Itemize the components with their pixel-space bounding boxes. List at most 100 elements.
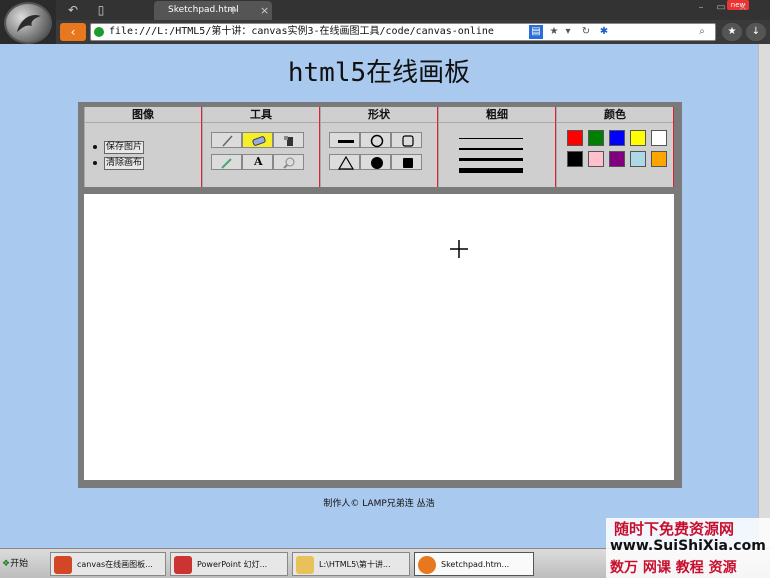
task-label: Sketchpad.htm... <box>441 560 510 569</box>
bookmark-star-icon[interactable]: ★ <box>547 25 561 39</box>
square-icon <box>402 135 414 147</box>
text-tool-button[interactable]: A <box>242 154 273 170</box>
color-section: 颜色 <box>556 107 674 187</box>
triangle-shape-button[interactable] <box>329 154 360 170</box>
nav-bar: ‹ file:///L:/HTML5/第十讲：canvas实例3-在线画图工具/… <box>56 20 770 44</box>
scrollbar[interactable] <box>758 44 770 548</box>
line-width-2[interactable] <box>459 148 523 150</box>
shapes-heading: 形状 <box>321 107 437 123</box>
compat-mode-icon[interactable]: ▤ <box>529 25 543 39</box>
color-swatch[interactable] <box>651 151 667 167</box>
tools-section: 工具 A <box>202 107 320 187</box>
color-swatch[interactable] <box>567 151 583 167</box>
credit-footer: 制作人© LAMP兄弟连 丛浩 <box>323 499 435 509</box>
color-swatch[interactable] <box>651 130 667 146</box>
shapes-section: 形状 <box>320 107 438 187</box>
line-shape-button[interactable] <box>329 132 360 148</box>
close-window-icon[interactable]: × <box>736 2 750 14</box>
undo-close-tab-icon[interactable]: ↶ <box>64 2 82 18</box>
paint-bucket-icon <box>284 136 293 146</box>
eraser-tool-button[interactable] <box>242 132 273 148</box>
minimize-icon[interactable]: – <box>694 2 708 14</box>
tab-close-icon[interactable]: × <box>260 1 269 20</box>
filled-circle-icon <box>371 157 383 169</box>
filled-circle-shape-button[interactable] <box>360 154 391 170</box>
color-swatch[interactable] <box>567 130 583 146</box>
color-swatch[interactable] <box>630 130 646 146</box>
search-engine-icon[interactable]: ✱ <box>597 25 611 39</box>
page-title: html5在线画板 <box>287 58 471 88</box>
filled-square-shape-button[interactable] <box>391 154 422 170</box>
address-bar[interactable]: file:///L:/HTML5/第十讲：canvas实例3-在线画图工具/co… <box>90 23 716 41</box>
crosshair-cursor-icon <box>450 240 468 258</box>
task-powerpoint[interactable]: PowerPoint 幻灯... <box>170 552 288 576</box>
page-icon[interactable]: ▯ <box>92 2 110 18</box>
circle-shape-button[interactable] <box>360 132 391 148</box>
pencil-icon <box>222 135 233 147</box>
watermark-line-1: 随时下免费资源网 <box>614 520 735 538</box>
task-label: PowerPoint 幻灯... <box>197 560 268 569</box>
text-icon: A <box>254 155 263 168</box>
task-label: L:\HTML5\第十讲... <box>319 560 391 569</box>
browser-chrome: ↶ ▯ Sketchpad.html × + new – ▭ × ‹ file:… <box>0 0 770 44</box>
favorites-button[interactable]: ★ <box>722 23 742 41</box>
eyedropper-tool-button[interactable] <box>211 154 242 170</box>
paint-bucket-tool-button[interactable] <box>273 132 304 148</box>
image-section: 图像 保存图片 清除画布 <box>84 107 202 187</box>
color-swatch[interactable] <box>609 130 625 146</box>
search-icon[interactable]: ⌕ <box>695 25 709 39</box>
magnifier-tool-button[interactable] <box>273 154 304 170</box>
start-button[interactable]: ❖开始 <box>2 553 38 575</box>
watermark-line-3: 数万 网课 教程 资源 <box>610 560 737 576</box>
tab-sketchpad[interactable]: Sketchpad.html <box>154 1 272 20</box>
browser-logo[interactable] <box>4 2 52 44</box>
browser-icon <box>418 556 436 574</box>
back-button[interactable]: ‹ <box>60 23 86 41</box>
eyedropper-icon <box>221 158 232 169</box>
tools-heading: 工具 <box>203 107 319 123</box>
drawing-canvas[interactable] <box>84 194 674 480</box>
secure-shield-icon <box>94 27 104 37</box>
maximize-icon[interactable]: ▭ <box>714 2 728 14</box>
width-heading: 粗细 <box>439 107 555 123</box>
download-button[interactable]: ↓ <box>746 23 766 41</box>
line-width-section: 粗细 <box>438 107 556 187</box>
image-heading: 图像 <box>85 107 201 123</box>
url-text[interactable]: file:///L:/HTML5/第十讲：canvas实例3-在线画图工具/co… <box>109 24 525 40</box>
page-content: html5在线画板 图像 保存图片 清除画布 工具 A 形状 粗细 颜色 制作人… <box>0 44 758 548</box>
line-width-1[interactable] <box>459 138 523 139</box>
clear-canvas-button[interactable]: 清除画布 <box>104 156 145 170</box>
powerpoint-icon <box>174 556 192 574</box>
refresh-icon[interactable]: ↻ <box>579 25 593 39</box>
line-width-4[interactable] <box>459 168 523 173</box>
save-image-button[interactable]: 保存图片 <box>104 140 145 154</box>
bullet <box>93 161 97 165</box>
magnifier-icon <box>283 157 295 169</box>
line-width-3[interactable] <box>459 158 523 161</box>
line-icon <box>338 140 354 143</box>
new-tab-icon[interactable]: + <box>224 2 242 18</box>
dropdown-chevron-icon[interactable]: ▾ <box>561 25 575 39</box>
task-folder[interactable]: L:\HTML5\第十讲... <box>292 552 410 576</box>
color-swatch[interactable] <box>588 130 604 146</box>
task-sketchpad[interactable]: Sketchpad.htm... <box>414 552 534 576</box>
tab-bar: ↶ ▯ Sketchpad.html × + new – ▭ × <box>56 0 770 20</box>
color-swatch[interactable] <box>630 151 646 167</box>
circle-icon <box>370 134 384 148</box>
start-icon: ❖ <box>2 559 11 569</box>
filled-square-icon <box>403 158 413 168</box>
color-swatch[interactable] <box>609 151 625 167</box>
sketchpad-board: 图像 保存图片 清除画布 工具 A 形状 粗细 颜色 <box>78 102 682 488</box>
task-label: canvas在线画图板... <box>77 560 153 569</box>
triangle-icon <box>338 156 354 170</box>
toolbar: 图像 保存图片 清除画布 工具 A 形状 粗细 颜色 <box>84 107 674 187</box>
color-heading: 颜色 <box>557 107 673 123</box>
square-shape-button[interactable] <box>391 132 422 148</box>
watermark: 随时下免费资源网 www.SuiShiXia.com 数万 网课 教程 资源 <box>606 518 770 578</box>
eraser-icon <box>252 136 266 146</box>
color-swatch[interactable] <box>588 151 604 167</box>
pencil-tool-button[interactable] <box>211 132 242 148</box>
bullet <box>93 145 97 149</box>
task-canvas-ppt[interactable]: canvas在线画图板... <box>50 552 166 576</box>
watermark-line-2: www.SuiShiXia.com <box>610 538 766 554</box>
